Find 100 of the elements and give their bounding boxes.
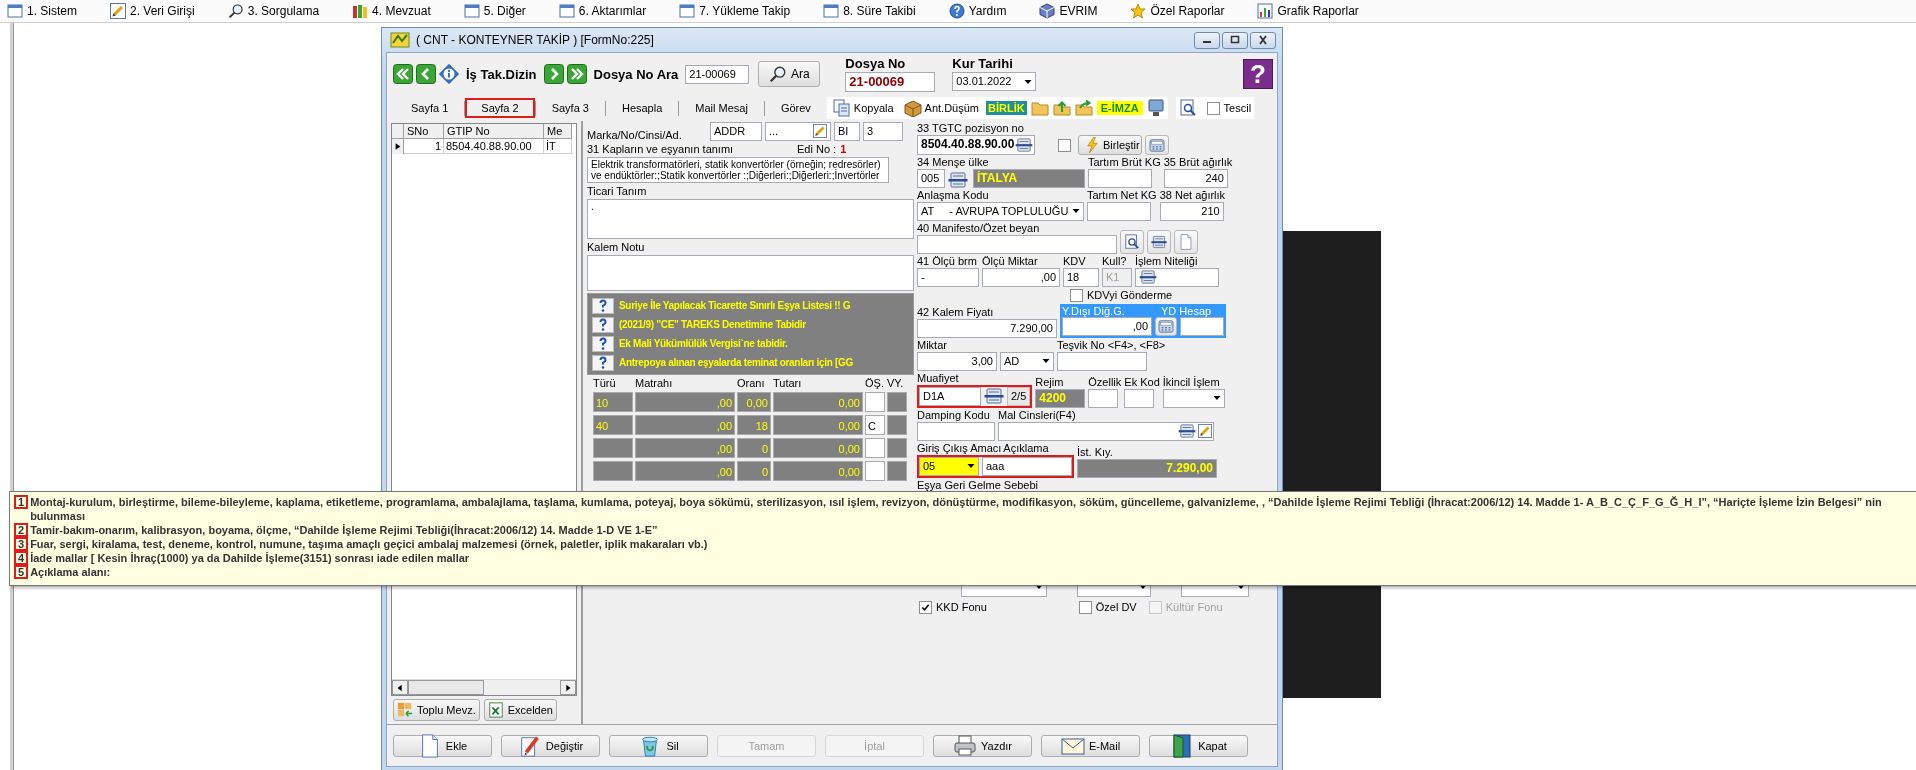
folder-icon[interactable] xyxy=(1030,100,1049,117)
input-field[interactable]: ,00 xyxy=(1062,316,1152,336)
input-field[interactable]: ,00 xyxy=(982,267,1060,287)
input-field[interactable]: 8504.40.88.90.00 xyxy=(917,134,1035,155)
dropdown[interactable]: 03.01.2022 xyxy=(952,72,1037,92)
toolbar-button[interactable]: Excelden xyxy=(483,699,557,722)
checkbox[interactable] xyxy=(1058,138,1071,152)
menu-item[interactable]: 6. Aktarımlar xyxy=(555,1,650,21)
input-field[interactable]: 21-00069 xyxy=(685,64,750,84)
search-button[interactable]: Ara xyxy=(758,61,821,88)
checkbox[interactable] xyxy=(919,600,932,614)
dropdown[interactable]: 05 xyxy=(919,456,979,476)
tab[interactable]: Görev xyxy=(764,98,827,119)
tab[interactable]: Sayfa 2 xyxy=(465,98,535,119)
help-icon[interactable] xyxy=(592,316,614,333)
action-button[interactable]: Ekle xyxy=(393,734,492,757)
deduction-button[interactable]: Ant.Düşüm xyxy=(900,99,983,118)
input-field[interactable]: - xyxy=(917,267,979,287)
lookup-icon[interactable] xyxy=(984,388,1004,405)
input-field[interactable] xyxy=(1124,388,1155,408)
menu-item[interactable]: 3. Sorgulama xyxy=(224,1,323,21)
input-field[interactable]: 210 xyxy=(1159,201,1224,221)
checkbox[interactable] xyxy=(1078,600,1092,614)
text-area[interactable] xyxy=(587,254,914,291)
close-button[interactable] xyxy=(1250,31,1276,49)
menu-item[interactable]: Özel Raporlar xyxy=(1127,1,1228,21)
menu-item[interactable]: 1. Sistem xyxy=(4,1,80,21)
input-field[interactable]: BI xyxy=(834,121,860,141)
input-field[interactable] xyxy=(917,421,995,441)
lookup-icon[interactable] xyxy=(948,171,968,188)
edit-icon[interactable] xyxy=(813,124,827,139)
description-field[interactable]: Elektrik transformatörleri, statik konvertörler (örneğin; redresörler) ve endüktörler:;Statik konvertörler :;Diğerleri:;Diğerleri:;İnvertörler xyxy=(587,156,889,183)
help-icon[interactable] xyxy=(592,297,614,314)
document-icon-button[interactable] xyxy=(1120,229,1144,254)
help-icon[interactable] xyxy=(592,354,614,371)
menu-item[interactable]: 8. Süre Takibi xyxy=(820,1,919,21)
menu-item[interactable]: 2. Veri Girişi xyxy=(107,1,198,21)
table-cell: 40 xyxy=(593,414,633,435)
lookup-icon[interactable] xyxy=(1178,424,1196,439)
copy-button[interactable]: Kopyala xyxy=(829,99,897,118)
input-field[interactable] xyxy=(1135,267,1219,287)
list-icon-button[interactable] xyxy=(1147,229,1171,254)
menu-item[interactable]: Grafik Raporlar xyxy=(1254,1,1362,21)
table-cell xyxy=(865,437,885,458)
input-field[interactable]: 21-00069 xyxy=(845,71,936,92)
menu-item[interactable]: Yardım xyxy=(945,1,1010,21)
input-field[interactable]: D1A xyxy=(919,386,981,406)
menu-item[interactable]: 4. Mevzuat xyxy=(349,1,434,21)
minimize-button[interactable] xyxy=(1194,31,1220,49)
folder-arrow-icon[interactable] xyxy=(1052,100,1071,117)
dropdown[interactable] xyxy=(1162,388,1225,408)
input-field[interactable]: ADDR xyxy=(710,121,762,141)
e-signature-button[interactable]: E-İMZA xyxy=(1096,101,1143,116)
action-button[interactable]: Değiştir xyxy=(501,734,600,757)
text-area[interactable]: . xyxy=(587,198,914,239)
input-field[interactable]: 005 xyxy=(917,168,945,188)
tab[interactable]: Sayfa 1 xyxy=(395,98,465,119)
tab[interactable]: Mail Mesaj xyxy=(679,98,764,119)
input-field[interactable] xyxy=(1057,351,1147,371)
monitor-icon[interactable] xyxy=(1146,99,1165,118)
merge-button[interactable]: Birleştir xyxy=(1078,134,1142,155)
input-field[interactable]: 7.290,00 xyxy=(917,318,1057,338)
action-button[interactable]: Sil xyxy=(609,734,708,757)
calculator-button[interactable] xyxy=(1145,134,1169,155)
action-button[interactable]: E-Mail xyxy=(1041,734,1140,757)
input-field[interactable] xyxy=(917,234,1117,254)
action-button[interactable]: Yazdır xyxy=(933,734,1032,757)
maximize-button[interactable] xyxy=(1222,31,1248,49)
help-button[interactable]: ? xyxy=(1243,59,1273,90)
input-field[interactable]: 18 xyxy=(1063,267,1099,287)
tab[interactable]: Hesapla xyxy=(605,98,679,119)
union-button[interactable]: BİRLİK xyxy=(986,101,1027,116)
info-icon[interactable] xyxy=(439,64,459,85)
dropdown[interactable]: AT - AVRUPA TOPLULUĞU xyxy=(917,201,1084,221)
checkbox[interactable] xyxy=(1070,288,1083,302)
input-field[interactable]: aaa xyxy=(982,456,1072,476)
input-field[interactable]: 3 xyxy=(863,121,903,141)
menu-item[interactable]: 5. Diğer xyxy=(460,1,529,21)
menu-item[interactable]: 7. Yükleme Takip xyxy=(676,1,794,21)
document-search-icon[interactable] xyxy=(1178,99,1197,118)
input-field[interactable]: ... xyxy=(765,121,831,141)
horizontal-scrollbar[interactable] xyxy=(392,679,576,696)
input-field[interactable] xyxy=(1087,201,1151,221)
calculator-button[interactable] xyxy=(1155,316,1177,336)
input-field[interactable] xyxy=(1180,316,1224,336)
field-label: 31 Kapların ve eşyanın tanımı xyxy=(587,142,735,155)
menu-item[interactable]: EVRIM xyxy=(1036,1,1101,21)
input-field[interactable] xyxy=(1088,388,1119,408)
action-button[interactable]: Kapat xyxy=(1149,734,1248,757)
toolbar-button[interactable]: Toplu Mevz. xyxy=(393,699,480,722)
help-icon[interactable] xyxy=(592,335,614,352)
edit-icon[interactable] xyxy=(1198,424,1212,439)
input-field[interactable]: 3,00 xyxy=(917,351,997,371)
tab[interactable]: Sayfa 3 xyxy=(535,98,605,119)
input-field[interactable] xyxy=(998,421,1214,441)
dropdown[interactable]: AD xyxy=(1000,351,1054,371)
input-field[interactable]: 240 xyxy=(1163,168,1228,188)
input-field[interactable] xyxy=(1088,168,1152,188)
folder-arrow-icon[interactable] xyxy=(1074,100,1093,117)
checkbox[interactable] xyxy=(1206,101,1220,115)
